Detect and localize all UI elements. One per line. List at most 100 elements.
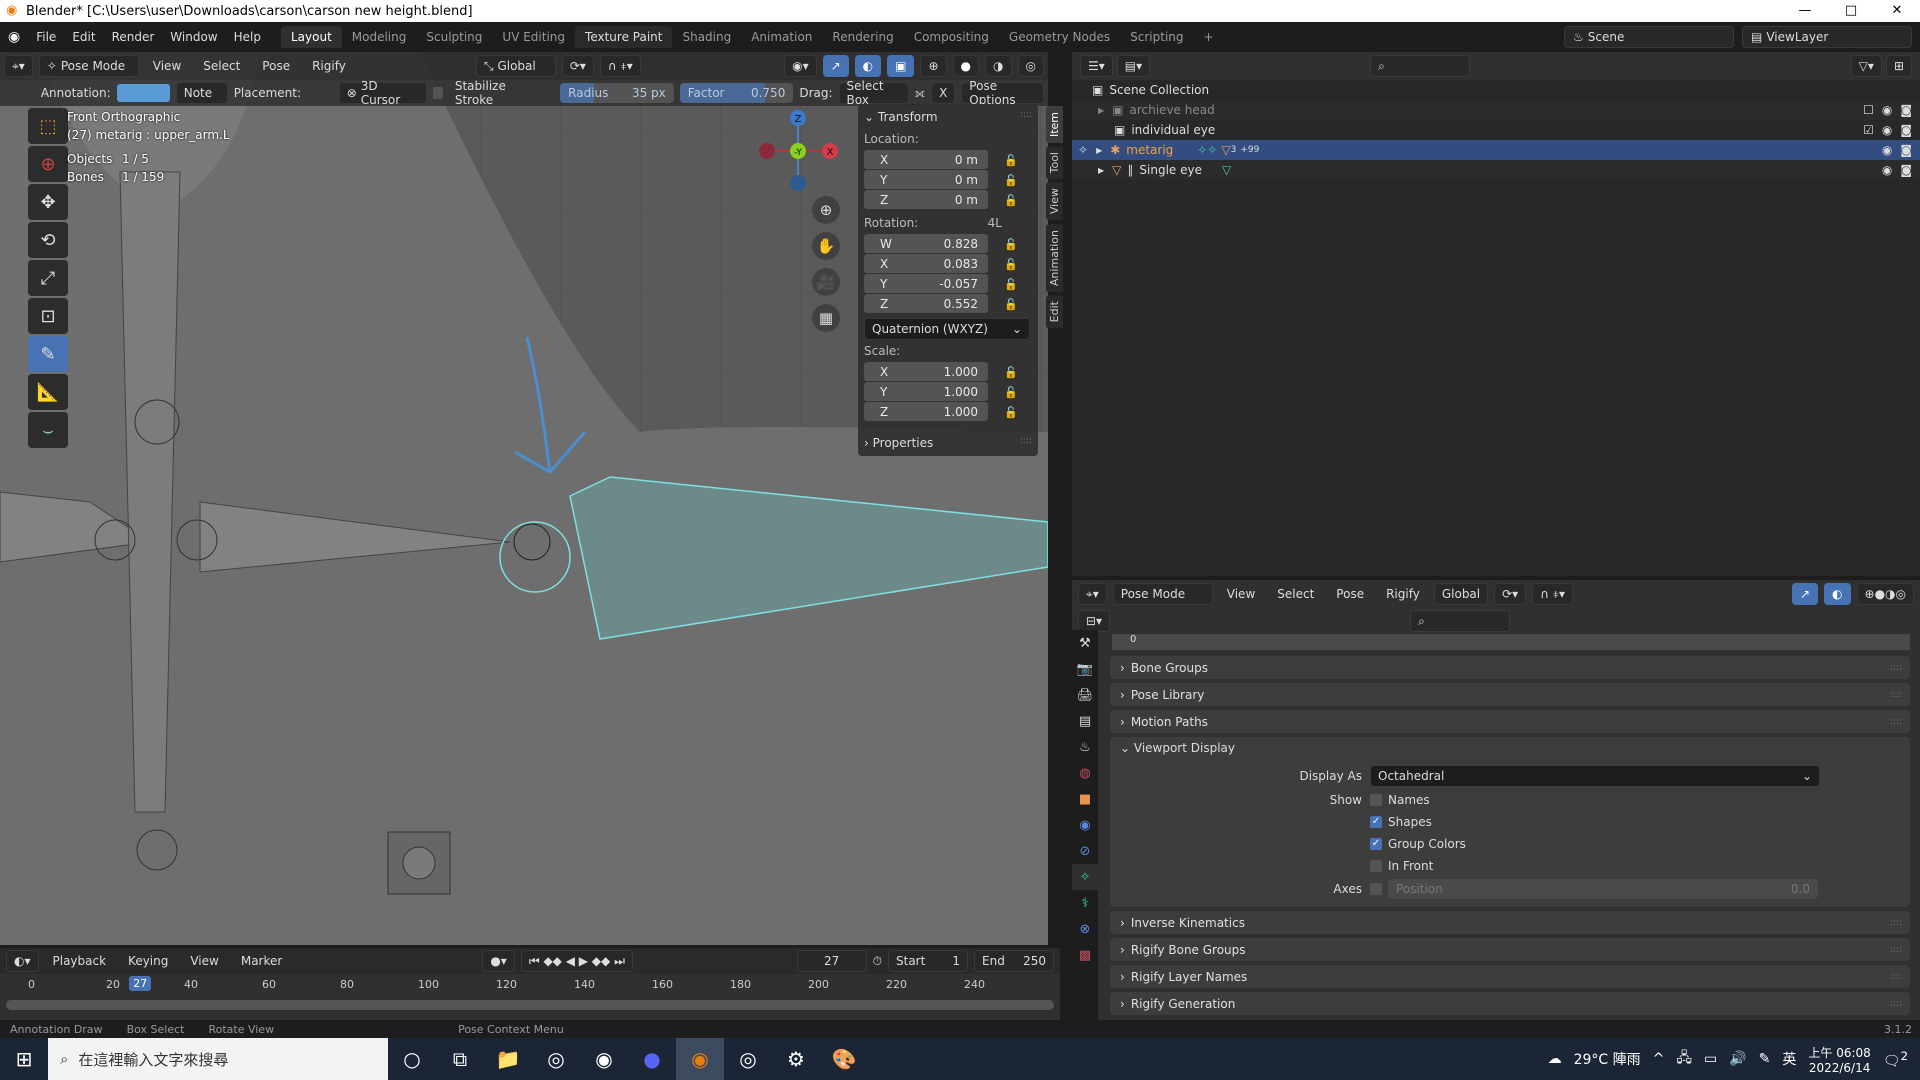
navigation-gizmo[interactable]: Z -Y X <box>755 108 855 198</box>
constraint-properties-tab[interactable]: ⊘ <box>1072 838 1098 864</box>
scene-properties-tab[interactable]: ♨ <box>1072 734 1098 760</box>
weather-icon[interactable]: ☁ <box>1548 1051 1562 1067</box>
outliner-search-input[interactable]: ⌕ <box>1370 55 1471 77</box>
cortana-icon[interactable]: ○ <box>388 1038 436 1080</box>
zoom-icon[interactable]: ⊕ <box>812 196 840 224</box>
file-explorer-icon[interactable]: 📁 <box>484 1038 532 1080</box>
bone-properties-tab[interactable]: ⚕ <box>1072 890 1098 916</box>
menu-pose-2[interactable]: Pose <box>1328 587 1372 601</box>
outliner-row[interactable]: ▶ ▣ archieve head ☐ ◉ ◙ <box>1072 100 1920 120</box>
camera-render-icon[interactable]: ◙ <box>1900 123 1912 137</box>
eye-icon[interactable]: ◉ <box>1882 103 1892 117</box>
physics-properties-tab[interactable]: ◉ <box>1072 812 1098 838</box>
minimize-button[interactable]: — <box>1782 0 1828 22</box>
rotation-z-field[interactable]: Z 0.552 <box>864 294 988 313</box>
vp-menu-select[interactable]: Select <box>195 59 248 73</box>
exclude-checkbox[interactable]: ☑ <box>1863 123 1874 137</box>
outliner-row[interactable]: ▣ individual eye ☑ ◉ ◙ <box>1072 120 1920 140</box>
shading-solid[interactable]: ● <box>952 55 980 77</box>
drag-selector[interactable]: Select Box <box>838 79 909 107</box>
show-in-front-checkbox[interactable] <box>1370 860 1382 872</box>
panel-rigify-bone-groups[interactable]: › Rigify Bone Groups:::: <box>1110 938 1910 961</box>
tab-uv-editing[interactable]: UV Editing <box>492 26 575 48</box>
menu-rigify-2[interactable]: Rigify <box>1378 587 1428 601</box>
outliner-scene-collection[interactable]: ▣ Scene Collection <box>1072 80 1920 100</box>
timeline-menu-playback[interactable]: Playback <box>45 954 115 968</box>
add-workspace-button[interactable]: + <box>1194 26 1224 48</box>
new-collection-button[interactable]: ⊞ <box>1885 55 1912 77</box>
measure-tool[interactable]: 📐 <box>28 374 68 410</box>
playback-controls[interactable]: ⏮ ◆◆ ◀ ▶ ◆◆ ⏭ <box>520 950 633 972</box>
blender-taskbar-icon[interactable]: ◉ <box>676 1038 724 1080</box>
annotate-tool[interactable]: ✎ <box>28 336 68 372</box>
menu-edit[interactable]: Edit <box>64 30 103 44</box>
outliner-row-selected[interactable]: ✧ ▶ ✱ metarig ✧✧ ▽ 3 +99 ◉ ◙ <box>1072 140 1920 160</box>
tab-compositing[interactable]: Compositing <box>904 26 999 48</box>
chrome-icon[interactable]: ◎ <box>532 1038 580 1080</box>
overlay-toggle-2[interactable]: ◐ <box>1824 583 1851 605</box>
rotation-x-field[interactable]: X 0.083 <box>864 254 988 273</box>
bone-layers-grid[interactable]: 0 <box>1112 634 1910 650</box>
annotation-layer-selector[interactable]: Note <box>175 82 228 104</box>
scale-y-field[interactable]: Y 1.000 <box>864 382 988 401</box>
menu-help[interactable]: Help <box>226 30 269 44</box>
rotation-y-field[interactable]: Y -0.057 <box>864 274 988 293</box>
tab-layout[interactable]: Layout <box>280 26 342 48</box>
show-names-checkbox[interactable] <box>1370 794 1382 806</box>
lock-icon[interactable]: 🔓 <box>1004 174 1018 187</box>
notification-center-icon[interactable]: 🗨2 <box>1883 1049 1908 1070</box>
maximize-button[interactable]: □ <box>1828 0 1874 22</box>
tab-sculpting[interactable]: Sculpting <box>416 26 492 48</box>
panel-pose-library[interactable]: › Pose Library:::: <box>1110 683 1910 706</box>
mirror-x-toggle[interactable]: X <box>931 82 956 104</box>
end-frame-field[interactable]: End 250 <box>974 950 1054 972</box>
panel-motion-paths[interactable]: › Motion Paths:::: <box>1110 710 1910 733</box>
pivot-selector[interactable]: ⟳▾ <box>561 55 594 77</box>
pen-tray-icon[interactable]: ✎ <box>1759 1051 1771 1067</box>
playhead-frame-indicator[interactable]: 27 <box>129 976 152 991</box>
sidebar-tab-edit[interactable]: Edit <box>1046 294 1063 328</box>
lock-icon[interactable]: 🔓 <box>1004 406 1018 419</box>
camera-tray-icon[interactable]: ▭ <box>1704 1051 1717 1067</box>
tab-modeling[interactable]: Modeling <box>342 26 417 48</box>
view-layer-selector[interactable]: ▤ ViewLayer <box>1742 26 1912 48</box>
drag-grip-icon[interactable]: :::: <box>1890 717 1902 727</box>
gizmo-toggle-2[interactable]: ↗ <box>1791 583 1819 605</box>
editor-type-button-2[interactable]: ⌖▾ <box>1078 583 1107 605</box>
ortho-grid-icon[interactable]: ▦ <box>812 304 840 332</box>
mode-selector[interactable]: ✧ Pose Mode <box>38 55 139 77</box>
close-button[interactable]: ✕ <box>1874 0 1920 22</box>
properties-panel-header[interactable]: › Properties:::: <box>864 436 1032 450</box>
drag-grip-icon[interactable]: :::: <box>1890 972 1902 982</box>
stabilize-stroke-checkbox[interactable] <box>432 87 443 99</box>
clock[interactable]: 上午 06:08 2022/6/14 <box>1808 1044 1870 1075</box>
timeline-menu-view[interactable]: View <box>182 954 226 968</box>
lock-icon[interactable]: 🔓 <box>1004 386 1018 399</box>
scale-x-field[interactable]: X 1.000 <box>864 362 988 381</box>
radius-slider[interactable]: Radius 35 px <box>560 83 674 103</box>
chrome-profile-icon[interactable]: ◎ <box>724 1038 772 1080</box>
object-properties-tab[interactable]: ■ <box>1072 786 1098 812</box>
factor-slider[interactable]: Factor 0.750 <box>679 83 794 103</box>
outliner-display-mode[interactable]: ☰▾ <box>1080 55 1113 77</box>
vp-menu-rigify[interactable]: Rigify <box>304 59 354 73</box>
render-properties-tab[interactable]: 📷 <box>1072 656 1098 682</box>
camera-icon[interactable]: 🎥 <box>812 268 840 296</box>
blender-menu-icon[interactable]: ◉ <box>0 29 28 45</box>
shading-solid-2[interactable]: ⊕●◑◎ <box>1856 583 1914 605</box>
vp-menu-view[interactable]: View <box>145 59 189 73</box>
properties-search-input[interactable]: ⌕ <box>1410 610 1511 632</box>
timeline-scrollbar[interactable] <box>6 1000 1054 1010</box>
select-box-tool[interactable]: ⬚ <box>28 108 68 144</box>
steam-icon[interactable]: ◉ <box>580 1038 628 1080</box>
weather-text[interactable]: 29°C 陣雨 <box>1574 1049 1641 1069</box>
tab-animation[interactable]: Animation <box>741 26 822 48</box>
drag-grip-icon[interactable]: :::: <box>1890 690 1902 700</box>
pivot-selector-2[interactable]: ⟳▾ <box>1494 583 1527 605</box>
axes-position-field[interactable]: Position 0.0 <box>1388 879 1818 899</box>
outliner-row[interactable]: ▶ ▽ ∥ Single eye ▽ ◉ ◙ <box>1072 160 1920 180</box>
lock-icon[interactable]: 🔓 <box>1004 258 1018 271</box>
tab-shading[interactable]: Shading <box>672 26 741 48</box>
network-icon[interactable]: 🖧 <box>1676 1047 1692 1071</box>
scene-selector[interactable]: ♨ Scene <box>1564 26 1734 48</box>
